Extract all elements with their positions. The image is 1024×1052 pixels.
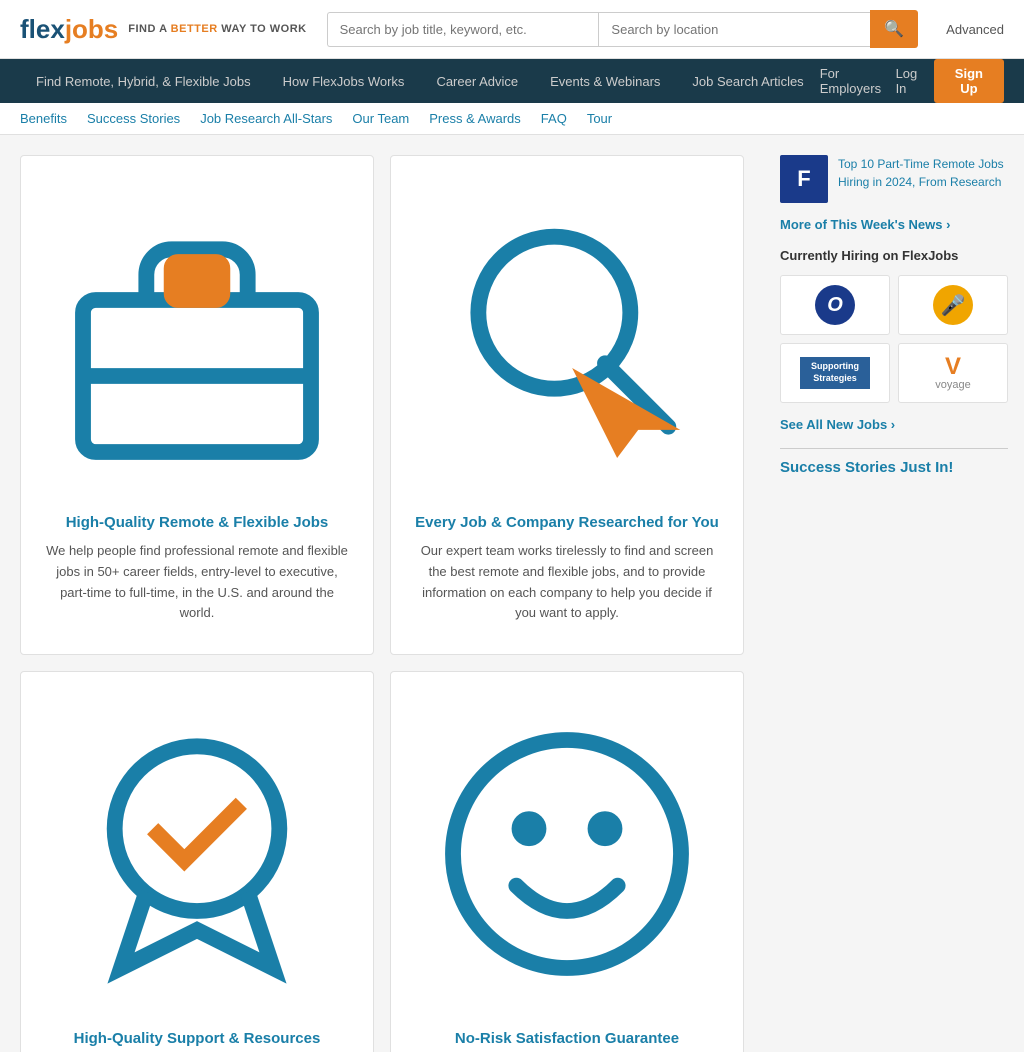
- logo-jobs-text: jobs: [65, 14, 118, 45]
- search-input[interactable]: [327, 12, 599, 47]
- location-input[interactable]: [598, 12, 870, 47]
- cards-grid: High-Quality Remote & Flexible Jobs We h…: [20, 155, 744, 1052]
- tagline: FIND A BETTER WAY TO WORK: [128, 23, 306, 35]
- supporting-text: Supporting Strategies: [800, 357, 870, 388]
- search-button[interactable]: 🔍: [870, 10, 918, 48]
- sidebar-divider: [780, 448, 1008, 449]
- voyage-logo: V voyage: [935, 355, 970, 391]
- card1-title: High-Quality Remote & Flexible Jobs: [45, 514, 349, 531]
- subnav-our-team[interactable]: Our Team: [352, 111, 409, 126]
- award-icon: [45, 702, 349, 1016]
- nav-item-find-jobs[interactable]: Find Remote, Hybrid, & Flexible Jobs: [20, 60, 267, 103]
- hiring-logos: O 🎤 Supporting Strategies V voyage: [780, 275, 1008, 403]
- card-researched: Every Job & Company Researched for You O…: [390, 155, 744, 655]
- main-nav-left: Find Remote, Hybrid, & Flexible Jobs How…: [20, 60, 820, 103]
- subnav-tour[interactable]: Tour: [587, 111, 612, 126]
- content-wrapper: High-Quality Remote & Flexible Jobs We h…: [0, 135, 1024, 1052]
- nav-item-job-search-articles[interactable]: Job Search Articles: [676, 60, 819, 103]
- sub-nav: Benefits Success Stories Job Research Al…: [0, 103, 1024, 135]
- nav-employers[interactable]: For Employers: [820, 66, 886, 96]
- company-logo-mic[interactable]: 🎤: [898, 275, 1008, 335]
- smiley-icon: [415, 702, 719, 1016]
- company-logo-oracle[interactable]: O: [780, 275, 890, 335]
- card2-title: Every Job & Company Researched for You: [415, 514, 719, 531]
- news-initial: F: [780, 155, 828, 203]
- search-area: 🔍: [327, 10, 919, 48]
- search-icon: 🔍: [884, 21, 904, 38]
- signup-button[interactable]: Sign Up: [934, 59, 1004, 103]
- logo-area: flexjobs FIND A BETTER WAY TO WORK: [20, 14, 307, 45]
- subnav-benefits[interactable]: Benefits: [20, 111, 67, 126]
- sidebar-news-item: F Top 10 Part-Time Remote Jobs Hiring in…: [780, 155, 1008, 203]
- card4-title: No-Risk Satisfaction Guarantee: [415, 1030, 719, 1047]
- tagline-text: FIND A BETTER WAY TO WORK: [128, 23, 306, 35]
- main-content: High-Quality Remote & Flexible Jobs We h…: [0, 135, 764, 1052]
- main-nav: Find Remote, Hybrid, & Flexible Jobs How…: [0, 59, 1024, 103]
- sidebar: F Top 10 Part-Time Remote Jobs Hiring in…: [764, 135, 1024, 1052]
- company-logo-voyage[interactable]: V voyage: [898, 343, 1008, 403]
- news-link[interactable]: Top 10 Part-Time Remote Jobs Hiring in 2…: [838, 155, 1008, 191]
- card-high-quality-jobs: High-Quality Remote & Flexible Jobs We h…: [20, 155, 374, 655]
- subnav-press-awards[interactable]: Press & Awards: [429, 111, 521, 126]
- success-stories-title: Success Stories Just In!: [780, 459, 1008, 476]
- subnav-job-research[interactable]: Job Research All-Stars: [200, 111, 332, 126]
- nav-login[interactable]: Log In: [896, 66, 924, 96]
- briefcase-icon: [45, 186, 349, 500]
- advanced-link[interactable]: Advanced: [946, 22, 1004, 37]
- company-logo-supporting[interactable]: Supporting Strategies: [780, 343, 890, 403]
- mic-icon: 🎤: [933, 285, 973, 325]
- hiring-title: Currently Hiring on FlexJobs: [780, 248, 1008, 263]
- voyage-text: voyage: [935, 379, 970, 391]
- main-nav-right: For Employers Log In Sign Up: [820, 59, 1004, 103]
- magnify-cursor-icon: [415, 186, 719, 500]
- card-guarantee: No-Risk Satisfaction Guarantee We want o…: [390, 671, 744, 1052]
- subnav-success-stories[interactable]: Success Stories: [87, 111, 180, 126]
- nav-item-how-works[interactable]: How FlexJobs Works: [267, 60, 421, 103]
- subnav-faq[interactable]: FAQ: [541, 111, 567, 126]
- see-all-jobs-link[interactable]: See All New Jobs ›: [780, 417, 1008, 432]
- card1-desc: We help people find professional remote …: [45, 541, 349, 624]
- logo-flex-text: flex: [20, 14, 65, 45]
- nav-item-events[interactable]: Events & Webinars: [534, 60, 676, 103]
- card2-desc: Our expert team works tirelessly to find…: [415, 541, 719, 624]
- more-news-link[interactable]: More of This Week's News ›: [780, 217, 1008, 232]
- nav-item-career-advice[interactable]: Career Advice: [420, 60, 534, 103]
- oracle-initial: O: [815, 285, 855, 325]
- voyage-v: V: [945, 355, 961, 379]
- card3-title: High-Quality Support & Resources: [45, 1030, 349, 1047]
- site-header: flexjobs FIND A BETTER WAY TO WORK 🔍 Adv…: [0, 0, 1024, 59]
- logo[interactable]: flexjobs: [20, 14, 118, 45]
- card-support: High-Quality Support & Resources We offe…: [20, 671, 374, 1052]
